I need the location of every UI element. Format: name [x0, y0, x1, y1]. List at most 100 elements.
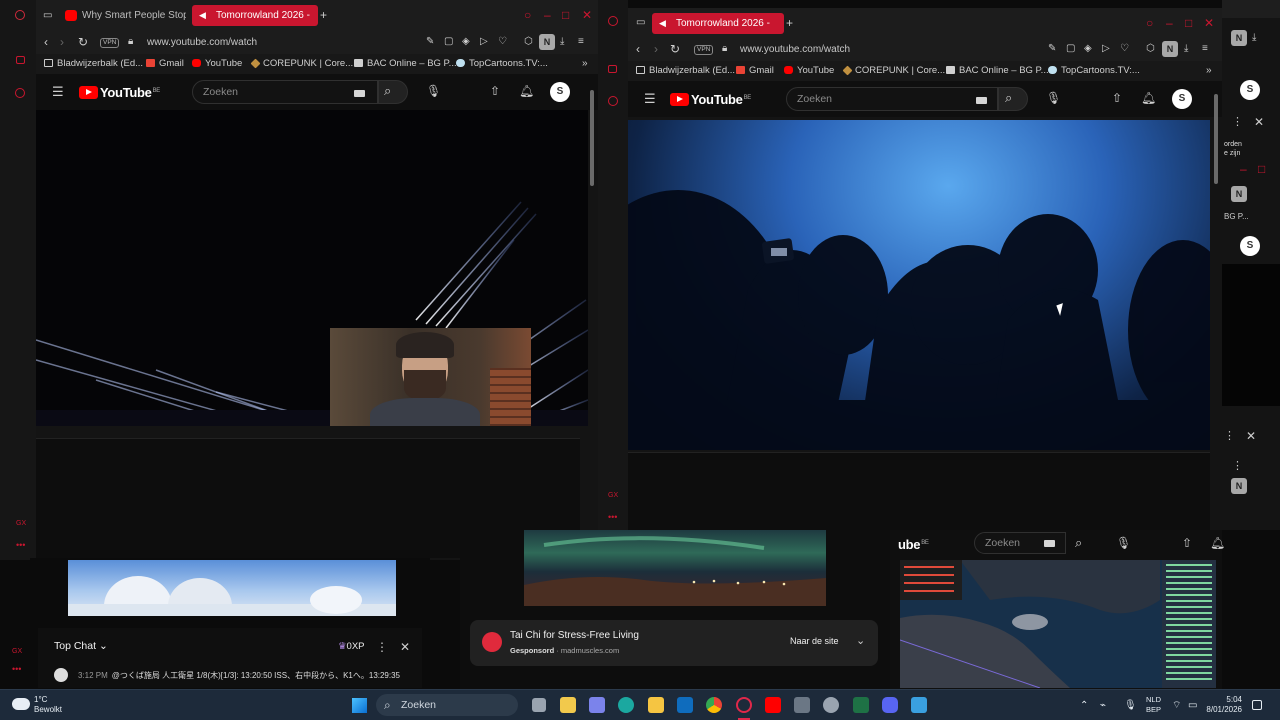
- youtube-icon[interactable]: [765, 697, 781, 713]
- language-indicator[interactable]: NLD BEP: [1146, 695, 1161, 715]
- close-icon[interactable]: ✕: [1254, 116, 1264, 128]
- tab-tomorrowland[interactable]: ◀ Tomorrowland 2026 -: [192, 5, 318, 26]
- url-field[interactable]: www.youtube.com/watch: [740, 44, 850, 55]
- more-icon[interactable]: •••: [16, 540, 25, 550]
- back-icon[interactable]: ‹: [636, 43, 640, 55]
- wifi-icon[interactable]: ⌔: [1172, 700, 1181, 712]
- profile-badge[interactable]: N: [1231, 186, 1247, 202]
- visit-site-button[interactable]: Naar de site: [790, 636, 839, 646]
- bookmark-youtube[interactable]: YouTube: [784, 65, 834, 76]
- points-badge[interactable]: ♛0XP: [338, 641, 365, 652]
- chrome-icon[interactable]: [706, 697, 722, 713]
- clock[interactable]: 5:04 8/01/2026: [1204, 695, 1242, 715]
- microphone-icon[interactable]: 🎙︎: [1116, 537, 1131, 549]
- battery-icon[interactable]: ▭: [1188, 700, 1197, 712]
- minimize-icon[interactable]: –: [544, 9, 551, 21]
- avatar[interactable]: S: [1172, 89, 1192, 109]
- bookmark-bac[interactable]: BAC Online – BG P...: [946, 65, 1049, 76]
- search-input[interactable]: Zoeken: [786, 87, 998, 111]
- reload-icon[interactable]: ↻: [78, 36, 88, 48]
- microphone-icon[interactable]: 🎙︎: [1124, 700, 1137, 712]
- gx-icon[interactable]: GX: [608, 492, 618, 499]
- vpn-badge[interactable]: VPN: [694, 45, 714, 55]
- scrollbar[interactable]: [590, 90, 594, 186]
- speed-dial-icon[interactable]: [608, 65, 617, 73]
- discord-icon[interactable]: [882, 697, 898, 713]
- more-vert-icon[interactable]: ⋮: [1232, 116, 1243, 128]
- taskbar-search[interactable]: ⌕ Zoeken: [376, 694, 518, 716]
- avatar[interactable]: S: [1240, 80, 1260, 100]
- close-window-icon[interactable]: ✕: [1204, 17, 1214, 29]
- snapshot-icon[interactable]: ▢: [444, 36, 453, 48]
- avatar[interactable]: S: [1240, 236, 1260, 256]
- file-explorer-icon[interactable]: [648, 697, 664, 713]
- speed-dial-icon[interactable]: [16, 56, 25, 64]
- bell-icon[interactable]: 🔔︎: [1141, 92, 1156, 104]
- start-button[interactable]: [352, 698, 367, 713]
- new-tab-icon[interactable]: +: [320, 9, 327, 21]
- store-icon[interactable]: [560, 697, 576, 713]
- menu-icon[interactable]: ≡: [578, 36, 584, 48]
- vpn-badge[interactable]: VPN: [100, 38, 120, 48]
- weather-widget[interactable]: 1°C Bewolkt: [34, 695, 62, 715]
- reload-icon[interactable]: ↻: [670, 43, 680, 55]
- bookmark-bg[interactable]: BG P...: [1224, 212, 1249, 221]
- minimize-icon[interactable]: –: [1240, 163, 1247, 175]
- maximize-icon[interactable]: □: [1258, 163, 1265, 175]
- close-window-icon[interactable]: ✕: [582, 9, 592, 21]
- upload-icon[interactable]: ⇧: [1182, 537, 1192, 549]
- bookmark-bac[interactable]: BAC Online – BG P...: [354, 58, 457, 69]
- tab-why-smart-people[interactable]: Why Smart People Stop Sh: [58, 5, 186, 26]
- youtube-logo-fragment[interactable]: ubeBE: [898, 537, 929, 552]
- notification-icon[interactable]: [1252, 700, 1262, 710]
- profile-badge[interactable]: N: [539, 34, 555, 50]
- bookmarks-more-icon[interactable]: »: [582, 58, 588, 70]
- bookmark-gmail[interactable]: Gmail: [736, 65, 774, 76]
- hamburger-menu-icon[interactable]: ☰: [52, 85, 64, 98]
- profile-badge[interactable]: N: [1231, 30, 1247, 46]
- pin-icon[interactable]: ✎: [1048, 43, 1056, 55]
- hamburger-menu-icon[interactable]: ☰: [644, 92, 656, 105]
- opera-gx-icon[interactable]: [736, 697, 752, 713]
- keyboard-icon[interactable]: [354, 90, 365, 97]
- upload-icon[interactable]: ⇧: [1112, 92, 1122, 104]
- menu-icon[interactable]: ≡: [1202, 43, 1208, 55]
- bookmark-topcartoons[interactable]: TopCartoons.TV:...: [456, 58, 548, 69]
- gx-icon[interactable]: GX: [16, 520, 26, 527]
- download-icon[interactable]: ⤓: [560, 36, 564, 48]
- video-player[interactable]: [628, 120, 1210, 450]
- back-icon[interactable]: ‹: [44, 36, 48, 48]
- teams-icon[interactable]: [589, 697, 605, 713]
- photos-icon[interactable]: [911, 697, 927, 713]
- bookmark-folder[interactable]: Bladwijzerbalk (Ed...: [44, 58, 143, 69]
- more-vert-icon[interactable]: ⋮: [1224, 430, 1235, 442]
- chevron-down-icon[interactable]: ⌄: [856, 635, 865, 647]
- observatory-thumbnail[interactable]: [68, 560, 396, 616]
- settings-icon[interactable]: [823, 697, 839, 713]
- shield-icon[interactable]: ◈: [462, 36, 470, 48]
- heart-icon[interactable]: ♡: [498, 36, 507, 48]
- upload-icon[interactable]: ⇧: [490, 85, 500, 97]
- search-button[interactable]: [998, 87, 1028, 111]
- calculator-icon[interactable]: [794, 697, 810, 713]
- aurora-video[interactable]: [524, 530, 826, 606]
- forward-icon[interactable]: ›: [60, 36, 64, 48]
- opera-icon[interactable]: [608, 16, 618, 26]
- weather-icon[interactable]: [12, 698, 30, 710]
- bookmark-topcartoons[interactable]: TopCartoons.TV:...: [1048, 65, 1140, 76]
- bookmark-gmail[interactable]: Gmail: [146, 58, 184, 69]
- url-field[interactable]: www.youtube.com/watch: [147, 37, 257, 48]
- maximize-icon[interactable]: □: [1185, 17, 1192, 29]
- new-tab-icon[interactable]: +: [786, 17, 793, 29]
- earthquake-map[interactable]: [900, 560, 1216, 688]
- avatar[interactable]: S: [550, 82, 570, 102]
- search-button[interactable]: [378, 80, 408, 104]
- search-input[interactable]: Zoeken: [192, 80, 378, 104]
- excel-icon[interactable]: [853, 697, 869, 713]
- youtube-logo[interactable]: YouTubeBE: [79, 85, 160, 100]
- microphone-icon[interactable]: 🎙︎: [1046, 92, 1061, 104]
- network-off-icon[interactable]: ⌁: [1100, 700, 1106, 712]
- play-icon[interactable]: ▷: [1102, 43, 1110, 55]
- tab-grid-icon[interactable]: ▭: [636, 17, 645, 29]
- download-icon[interactable]: ⤓: [1184, 43, 1188, 55]
